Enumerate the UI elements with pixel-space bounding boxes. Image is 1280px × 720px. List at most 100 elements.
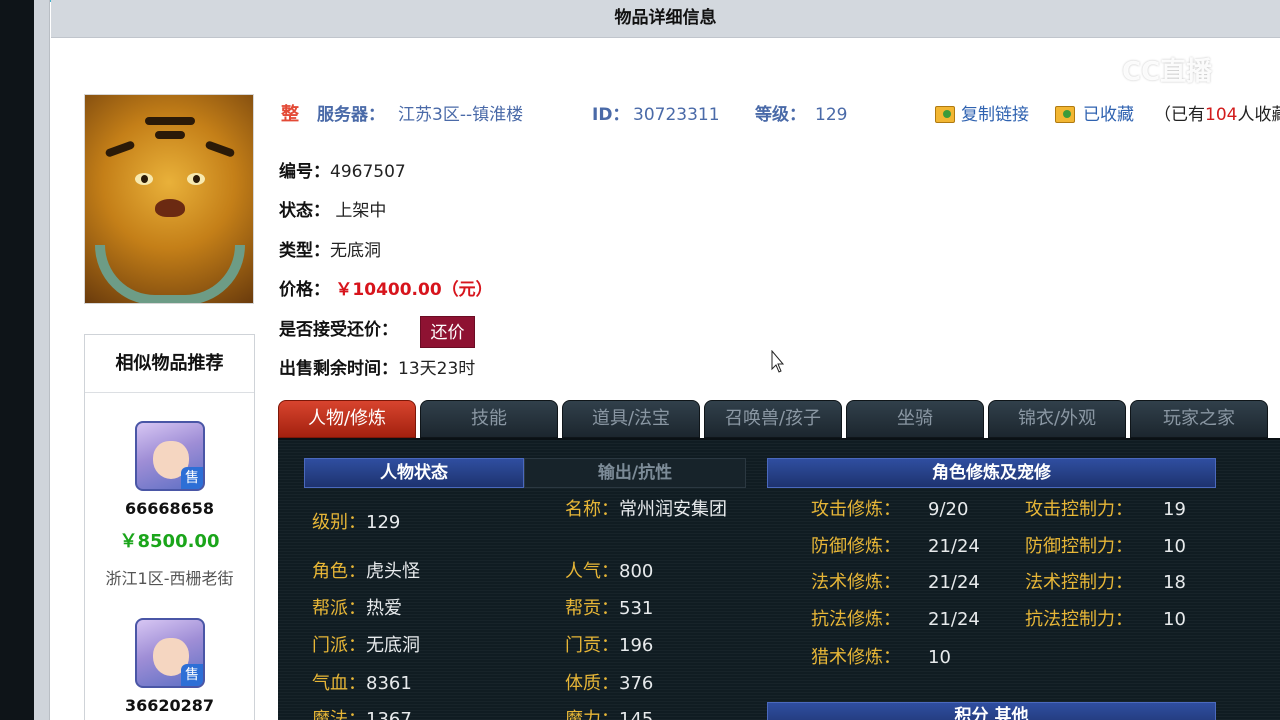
stat-value: 10 [1163, 609, 1186, 630]
stat-mp: 魔法：1367 [312, 708, 412, 720]
similar-items-title: 相似物品推荐 [85, 335, 254, 393]
avatar-nose [155, 199, 185, 217]
bargain-button[interactable]: 还价 [420, 316, 475, 348]
left-dark-edge [0, 0, 34, 720]
stat-key: 帮贡： [565, 598, 619, 619]
stat-popularity: 人气：800 [565, 560, 653, 584]
item-number-value: 4967507 [330, 162, 406, 182]
tab-skills[interactable]: 技能 [420, 400, 558, 438]
cult-hunting: 猎术修炼： 10 [811, 646, 951, 670]
stat-key: 防御控制力： [1025, 536, 1133, 557]
avatar-stripe [155, 131, 185, 139]
watermark-text: CC直播 [1122, 56, 1213, 87]
stat-guild: 帮派：热爱 [312, 597, 402, 621]
stat-key: 魔法： [312, 709, 366, 720]
item-status-label: 状态： [279, 201, 330, 221]
page-title: 物品详细信息 [51, 0, 1280, 38]
avatar-stripe [145, 117, 195, 125]
tab-items[interactable]: 道具/法宝 [562, 400, 700, 438]
remaining-time-row: 出售剩余时间：13天23时 [279, 356, 475, 382]
subtab-output-resistance[interactable]: 输出/抗性 [524, 458, 746, 488]
mouse-cursor-icon [771, 350, 785, 373]
stat-value: 21/24 [928, 572, 980, 593]
cult-defense: 防御修炼： 21/24 [811, 535, 980, 559]
item-type-label: 类型： [279, 241, 330, 261]
level-value: 129 [815, 105, 848, 125]
for-sale-tag: 售 [181, 467, 203, 489]
similar-items-panel: 相似物品推荐 售 66668658 ￥8500.00 浙江1区-西栅老街 售 3… [84, 334, 255, 720]
fav-count-number: 104 [1205, 105, 1238, 125]
stat-key: 气血： [312, 673, 366, 694]
remaining-time-value: 13天23时 [398, 359, 476, 379]
stat-key: 门派： [312, 635, 366, 656]
id-label: ID： [592, 105, 630, 125]
tab-outfits[interactable]: 锦衣/外观 [988, 400, 1126, 438]
fav-count-suffix: 人收藏 [1237, 105, 1280, 125]
stat-value: 800 [619, 561, 654, 582]
stat-value: 无底洞 [366, 635, 420, 656]
item-number-row: 编号：4967507 [279, 159, 406, 185]
item-price-label: 价格： [279, 280, 330, 300]
tab-summons[interactable]: 召唤兽/孩子 [704, 400, 842, 438]
stat-value: 21/24 [928, 609, 980, 630]
tab-player-home[interactable]: 玩家之家 [1130, 400, 1268, 438]
stat-key: 防御修炼： [811, 536, 901, 557]
similar-item-thumbnail[interactable]: 售 [135, 618, 205, 688]
detail-tabs: 人物/修炼 技能 道具/法宝 召唤兽/孩子 坐骑 锦衣/外观 玩家之家 [278, 400, 1280, 438]
stat-key: 门贡： [565, 635, 619, 656]
left-scroll-strip [34, 0, 50, 720]
tab-character[interactable]: 人物/修炼 [278, 400, 416, 438]
stat-value: 19 [1163, 499, 1186, 520]
cc-logo-icon [1072, 47, 1116, 91]
stat-key: 魔力： [565, 709, 619, 720]
stat-value: 10 [1163, 536, 1186, 557]
level-label: 等级： [755, 105, 806, 125]
stat-school-contribution: 门贡：196 [565, 634, 653, 658]
avatar-stripe [204, 140, 236, 158]
item-number-label: 编号： [279, 162, 330, 182]
favorite-icon[interactable] [1055, 106, 1075, 123]
avatar-eye [187, 173, 205, 185]
stat-value: 531 [619, 598, 654, 619]
stat-value: 376 [619, 673, 654, 694]
character-avatar [84, 94, 254, 304]
cult-attack: 攻击修炼： 9/20 [811, 498, 968, 522]
tab-mounts[interactable]: 坐骑 [846, 400, 984, 438]
stat-value: 21/24 [928, 536, 980, 557]
favorite-count: （已有104人收藏 [1154, 103, 1280, 127]
copy-link-button[interactable]: 复制链接 [961, 103, 1029, 127]
stat-constitution: 体质：376 [565, 672, 653, 696]
item-type-row: 类型：无底洞 [279, 238, 381, 264]
stat-name: 名称：常州润安集团 [565, 498, 740, 522]
stat-value: 9/20 [928, 499, 969, 520]
item-price-row: 价格： ￥10400.00（元） [279, 277, 493, 303]
live-watermark: CC直播 [1072, 46, 1242, 92]
control-resist: 抗法控制力： 10 [1025, 608, 1186, 632]
remaining-time-label: 出售剩余时间： [279, 359, 398, 379]
stat-key: 抗法控制力： [1025, 609, 1133, 630]
copy-link-icon[interactable] [935, 106, 955, 123]
bargain-label: 是否接受还价： [279, 320, 398, 340]
points-section-title: 积分 其他 [767, 702, 1216, 720]
for-sale-tag: 售 [181, 664, 203, 686]
stat-key: 法术控制力： [1025, 572, 1133, 593]
stat-value: 145 [619, 709, 654, 720]
similar-item-thumbnail[interactable]: 售 [135, 421, 205, 491]
stat-value: 196 [619, 635, 654, 656]
stat-value: 1367 [366, 709, 412, 720]
favorited-button[interactable]: 已收藏 [1083, 103, 1134, 127]
subtab-character-status[interactable]: 人物状态 [304, 458, 524, 488]
similar-item-id[interactable]: 66668658 [85, 499, 254, 518]
avatar-eye [135, 173, 153, 185]
stat-level: 级别：129 [312, 511, 400, 535]
control-defense: 防御控制力： 10 [1025, 535, 1186, 559]
avatar-beads [95, 245, 245, 303]
similar-item-id[interactable]: 36620287 [85, 696, 254, 715]
stat-magic: 魔力：145 [565, 708, 653, 720]
stat-role: 角色：虎头怪 [312, 560, 420, 584]
stat-school: 门派：无底洞 [312, 634, 420, 658]
control-spell: 法术控制力： 18 [1025, 571, 1186, 595]
stat-guild-contribution: 帮贡：531 [565, 597, 653, 621]
server-value: 江苏3区--镇淮楼 [398, 105, 524, 125]
stat-key: 体质： [565, 673, 619, 694]
